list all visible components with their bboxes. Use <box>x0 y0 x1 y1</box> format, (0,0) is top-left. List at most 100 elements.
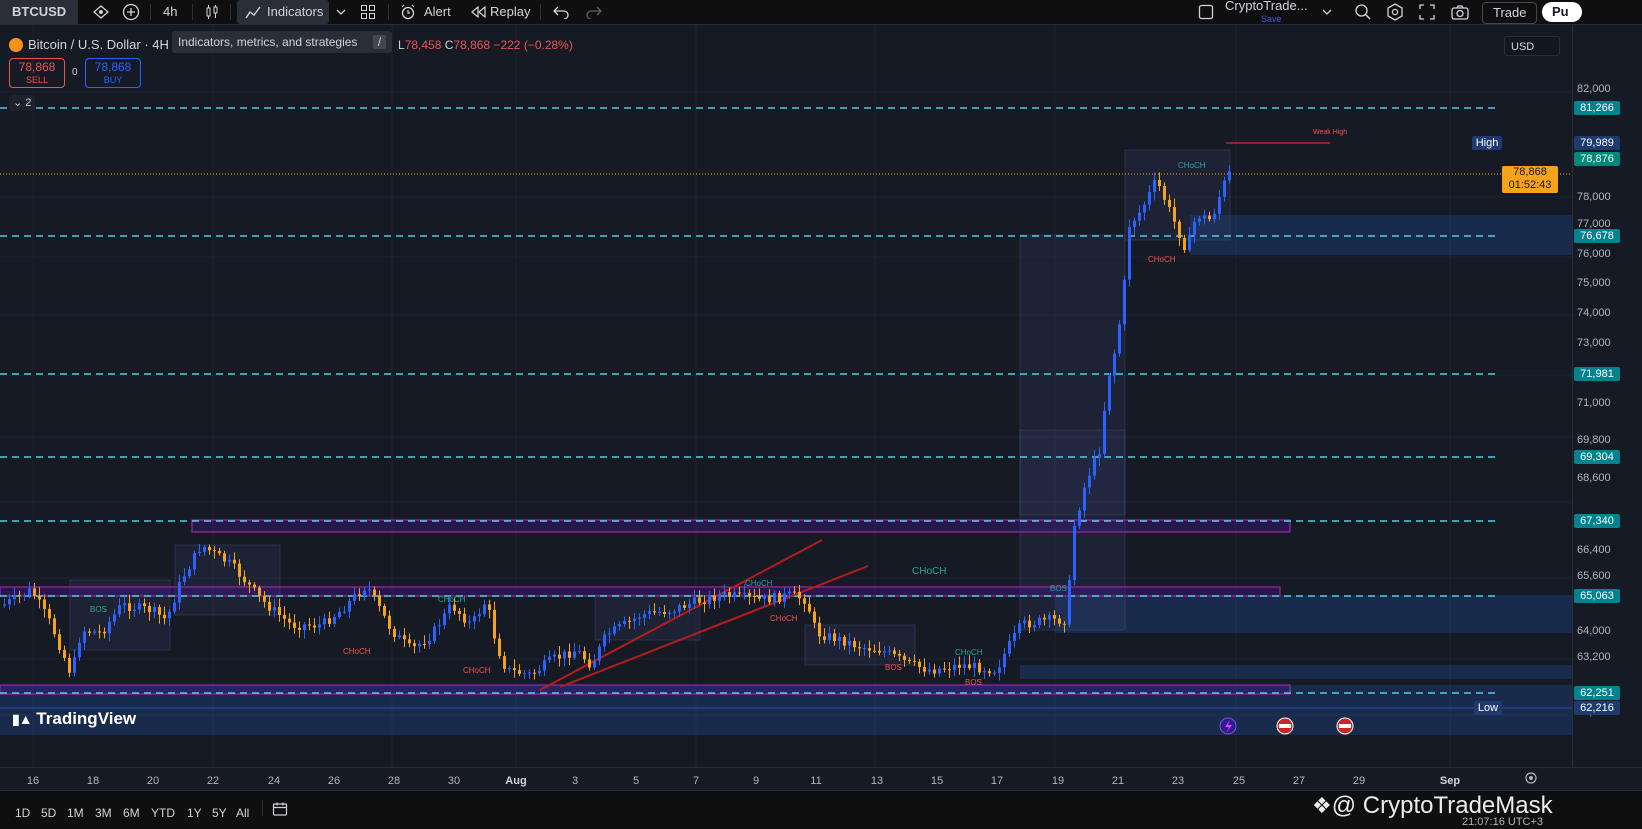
bos-label-4: BOS <box>885 663 902 672</box>
level-label-67340: 67,340 <box>1574 514 1620 528</box>
green-price-label: 78,876 <box>1574 152 1620 166</box>
time-axis-settings-icon[interactable] <box>1524 771 1538 788</box>
time-tick: 16 <box>26 775 40 787</box>
time-tick: 3 <box>571 775 579 787</box>
add-symbol-icon[interactable] <box>92 4 110 20</box>
sell-label: SELL <box>25 75 49 85</box>
supply-zone-upper <box>1190 215 1572 255</box>
choch-label-2: CHoCH <box>1148 255 1176 264</box>
price-tick: 65,600 <box>1577 570 1611 582</box>
price-tick: 69,800 <box>1577 434 1611 446</box>
price-tick: 76,000 <box>1577 248 1611 260</box>
change-value: −222 (−0.28%) <box>493 38 573 52</box>
replay-label: Replay <box>490 4 531 19</box>
price-chart[interactable]: CHoCH CHoCH CHoCH CHoCH CHoCH CHoCH CHoC… <box>0 25 1572 767</box>
chevron-down-icon: ⌄ <box>13 97 23 109</box>
spread-value: 0 <box>72 67 78 78</box>
range-1m-button[interactable]: 1M <box>67 806 84 820</box>
price-tick: 71,000 <box>1577 397 1611 409</box>
symbol-title: Bitcoin / U.S. Dollar · 4H <box>28 37 169 52</box>
symbol-search[interactable]: BTCUSD <box>0 0 78 24</box>
indicators-collapse-toggle[interactable]: ⌄ 2 <box>9 95 36 111</box>
range-5y-button[interactable]: 5Y <box>212 806 227 820</box>
layout-checkbox-icon[interactable] <box>1198 4 1214 20</box>
buy-button[interactable]: 78,868 BUY <box>85 58 141 88</box>
quick-search-icon[interactable] <box>1354 3 1372 21</box>
indicators-tooltip: Indicators, metrics, and strategies / <box>172 31 393 53</box>
indicators-label: Indicators <box>267 4 324 19</box>
buy-price: 78,868 <box>94 60 132 74</box>
price-tick: 68,600 <box>1577 472 1611 484</box>
time-tick: 29 <box>1352 775 1366 787</box>
compare-plus-icon[interactable] <box>122 3 140 21</box>
time-tick: 17 <box>990 775 1004 787</box>
chevron-down-icon[interactable] <box>336 8 346 16</box>
current-price-label: 78,868 01:52:43 <box>1502 166 1558 193</box>
time-tick: 19 <box>1051 775 1065 787</box>
time-tick: 13 <box>870 775 884 787</box>
time-tick: 21 <box>1111 775 1125 787</box>
undo-icon[interactable] <box>553 5 569 19</box>
choch-label-1: CHoCH <box>1178 161 1206 170</box>
candles-icon[interactable] <box>204 4 220 20</box>
time-tick: 9 <box>752 775 760 787</box>
buy-label: BUY <box>103 75 123 85</box>
range-all-button[interactable]: All <box>236 806 249 820</box>
time-tick: Aug <box>505 775 527 787</box>
replay-icon <box>470 5 486 19</box>
range-5d-button[interactable]: 5D <box>41 806 56 820</box>
price-tick: 66,400 <box>1577 544 1611 556</box>
settings-gear-icon[interactable] <box>1386 3 1404 21</box>
current-price-value: 78,868 <box>1513 166 1547 178</box>
symbol-name: BTCUSD <box>12 4 67 19</box>
templates-icon[interactable] <box>360 4 376 20</box>
watermark-text: @ CryptoTradeMask <box>1331 792 1553 819</box>
zone-67340 <box>191 519 1291 533</box>
time-tick: 25 <box>1232 775 1246 787</box>
level-label-65063: 65,063 <box>1574 589 1620 603</box>
interval-selector[interactable]: 4h <box>163 0 177 24</box>
tradingview-logo: ▮▲ TradingView <box>12 709 136 729</box>
weak-high-label: Weak High <box>1313 129 1347 136</box>
choch-label-7: CHoCH <box>438 595 466 604</box>
demand-zone-mid <box>1055 595 1572 633</box>
time-tick: 11 <box>810 775 822 787</box>
brand-name: TradingView <box>36 709 137 728</box>
redo-icon[interactable] <box>586 5 602 19</box>
time-tick: 24 <box>267 775 281 787</box>
high-price-label: 79,989 <box>1574 136 1620 150</box>
price-tick: 64,000 <box>1577 625 1611 637</box>
camera-icon[interactable] <box>1451 4 1469 20</box>
close-value: 78,868 <box>453 38 491 52</box>
indicator-count: 2 <box>25 97 32 109</box>
layout-menu[interactable]: CryptoTrade... Save <box>1225 0 1317 24</box>
level-label-81266: 81,266 <box>1574 101 1620 115</box>
level-label-76678: 76,678 <box>1574 229 1620 243</box>
level-label-69304: 69,304 <box>1574 450 1620 464</box>
fullscreen-icon[interactable] <box>1419 4 1435 20</box>
indicators-button[interactable]: Indicators <box>237 0 329 24</box>
range-6m-button[interactable]: 6M <box>123 806 140 820</box>
range-1y-button[interactable]: 1Y <box>187 806 202 820</box>
choch-label-4: CHoCH <box>770 614 798 623</box>
range-ytd-button[interactable]: YTD <box>151 806 175 820</box>
price-tick: 75,000 <box>1577 277 1611 289</box>
sell-button[interactable]: 78,868 SELL <box>9 58 65 88</box>
tooltip-text: Indicators, metrics, and strategies <box>178 35 358 49</box>
time-tick: 30 <box>447 775 461 787</box>
trade-button[interactable]: Trade <box>1482 2 1538 24</box>
time-tick: 27 <box>1292 775 1306 787</box>
publish-button[interactable]: Pu <box>1542 2 1582 22</box>
currency-selector[interactable]: USD <box>1504 36 1560 56</box>
tv-mark-icon: ▮▲ <box>12 711 33 727</box>
low-caption: Low <box>1474 701 1502 715</box>
choch-label-3: CHoCH <box>745 579 773 588</box>
indicators-icon <box>245 4 261 20</box>
diamond-logo-icon: ❖ <box>1312 793 1332 818</box>
layout-chevron-icon[interactable] <box>1322 8 1332 16</box>
range-1d-button[interactable]: 1D <box>15 806 30 820</box>
chart-pane[interactable]: CHoCH CHoCH CHoCH CHoCH CHoCH CHoCH CHoC… <box>0 25 1572 767</box>
time-tick: 15 <box>930 775 944 787</box>
goto-date-calendar-icon[interactable] <box>272 801 288 820</box>
range-3m-button[interactable]: 3M <box>95 806 112 820</box>
